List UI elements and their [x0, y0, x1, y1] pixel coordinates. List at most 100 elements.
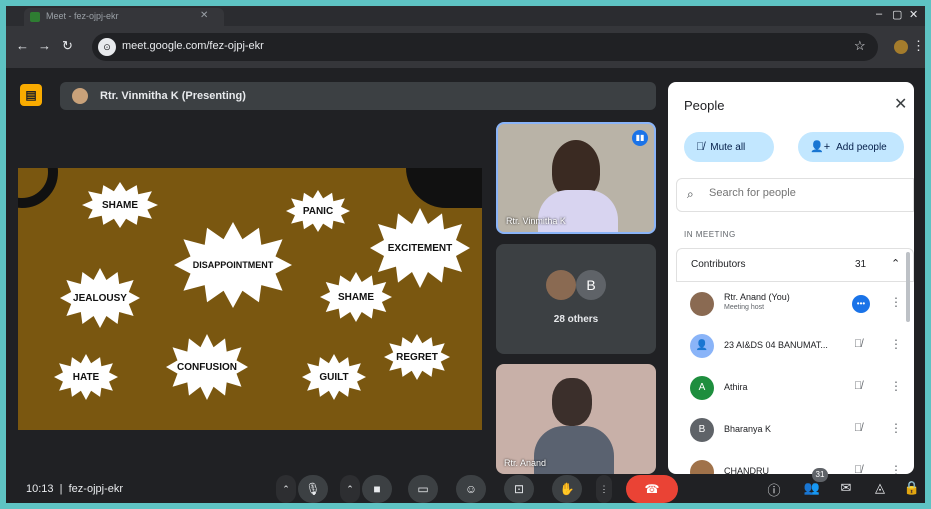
leave-call-button[interactable]: ☎ — [626, 475, 678, 503]
panel-scrollbar[interactable] — [906, 252, 910, 322]
word-burst: GUILT — [302, 354, 366, 400]
add-person-icon: 👤+ — [810, 141, 831, 153]
chevron-up-icon[interactable]: ⌃ — [891, 257, 900, 270]
maximize-icon[interactable]: ▢ — [892, 8, 902, 21]
extension-icon[interactable] — [894, 40, 908, 54]
audio-options-chevron-icon[interactable]: ⌃ — [276, 475, 296, 503]
back-icon[interactable]: ← — [16, 38, 29, 53]
mic-off-icon[interactable]: 🎙̸ — [854, 380, 862, 392]
emoji-icon[interactable]: ☺ — [456, 475, 486, 503]
word-label: PANIC — [302, 205, 334, 217]
search-input[interactable] — [709, 187, 899, 199]
tab-close-icon[interactable]: ✕ — [200, 10, 208, 21]
participant-role: Meeting host — [724, 304, 765, 311]
host-controls-icon[interactable]: 🔒 — [902, 480, 922, 496]
participant-name: CHANDRU — [724, 466, 769, 474]
participant-avatar: B — [576, 270, 606, 300]
more-options-icon[interactable]: ⋮ — [890, 337, 902, 351]
search-icon: ⌕ — [687, 187, 694, 201]
word-label: JEALOUSY — [73, 292, 127, 304]
meeting-code: fez-ojpj-ekr — [68, 483, 124, 495]
more-options-icon[interactable]: ⋮ — [890, 463, 902, 474]
forward-icon[interactable]: → — [38, 38, 51, 53]
slide-top-right-decoration — [406, 168, 482, 208]
word-burst: REGRET — [384, 334, 450, 380]
contributors-count: 31 — [855, 259, 867, 270]
participant-name: 23 AI&DS 04 BANUMAT... — [724, 340, 828, 350]
activities-icon[interactable]: ◬ — [870, 480, 890, 496]
browser-menu-icon[interactable]: ⋮ — [912, 38, 925, 54]
contributors-header[interactable]: Contributors 31 ⌃ — [676, 248, 914, 282]
others-count-label: 28 others — [553, 314, 599, 325]
word-burst: SHAME — [82, 182, 158, 228]
participant-name: Rtr. Anand (You) — [724, 292, 790, 302]
microphone-icon[interactable]: 🎙 — [298, 475, 328, 503]
anand-video-tile[interactable]: Rtr. Anand — [496, 364, 656, 474]
meet-area: ▤ Rtr. Vinmitha K (Presenting) SHAME PAN… — [6, 68, 925, 503]
word-burst: SHAME — [320, 272, 392, 322]
in-meeting-label: IN MEETING — [684, 230, 736, 239]
tile-name: Rtr. Vinmitha K — [506, 216, 566, 226]
word-label: HATE — [72, 371, 100, 383]
presenter-video-tile[interactable]: ▮▮ Rtr. Vinmitha K — [496, 122, 656, 234]
participant-row[interactable]: CHANDRU 🎙̸ ⋮ — [676, 452, 914, 474]
browser-toolbar: ← → ↻ ⊙ meet.google.com/fez-ojpj-ekr ☆ ⋮ — [6, 26, 925, 68]
word-label: SHAME — [337, 291, 375, 303]
add-people-label: Add people — [836, 142, 887, 153]
address-bar[interactable]: ⊙ meet.google.com/fez-ojpj-ekr ☆ — [92, 33, 878, 61]
tab-meet[interactable]: Meet - fez-ojpj-ekr ✕ — [24, 8, 224, 26]
tile-name: Rtr. Anand — [504, 458, 547, 468]
participant-name: Bharanya K — [724, 424, 772, 434]
raise-hand-icon[interactable]: ✋ — [552, 475, 582, 503]
participant-avatar — [690, 460, 714, 474]
captions-icon[interactable]: ▭ — [408, 475, 438, 503]
minimize-icon[interactable]: – — [876, 8, 882, 20]
host-options-icon[interactable]: ••• — [852, 295, 870, 313]
close-icon[interactable]: ✕ — [894, 94, 907, 114]
reload-icon[interactable]: ↻ — [62, 38, 73, 54]
presenting-label: Rtr. Vinmitha K (Presenting) — [100, 90, 246, 102]
participant-avatar: A — [690, 376, 714, 400]
meeting-details-icon[interactable]: ⓘ — [764, 480, 784, 499]
presenting-banner: Rtr. Vinmitha K (Presenting) — [60, 82, 656, 110]
more-options-icon[interactable]: ⋮ — [890, 379, 902, 393]
shared-slide: SHAME PANIC EXCITEMENT DISAPPOINTMENT JE… — [18, 168, 482, 430]
present-screen-icon[interactable]: ⊡ — [504, 475, 534, 503]
more-options-icon[interactable]: ⋮ — [890, 421, 902, 435]
url-text: meet.google.com/fez-ojpj-ekr — [122, 40, 264, 52]
word-burst: DISAPPOINTMENT — [174, 222, 292, 308]
mute-all-label: Mute all — [710, 142, 746, 153]
video-options-chevron-icon[interactable]: ⌃ — [340, 475, 360, 503]
clock-time: 10:13 — [26, 483, 54, 495]
people-icon[interactable]: 👥 — [802, 480, 822, 496]
site-info-icon[interactable]: ⊙ — [98, 38, 116, 56]
others-tile[interactable]: B 28 others — [496, 244, 656, 354]
participant-row[interactable]: B Bharanya K 🎙̸ ⋮ — [676, 410, 914, 452]
meeting-info: 10:13 | fez-ojpj-ekr — [26, 483, 124, 495]
meet-tab-icon — [30, 12, 40, 22]
meeting-controls-bar: 10:13 | fez-ojpj-ekr ⌃ 🎙 ⌃ ■ ▭ ☺ ⊡ ✋ ⋮ ☎… — [6, 468, 925, 503]
add-people-button[interactable]: 👤+ Add people — [798, 132, 904, 162]
more-options-icon[interactable]: ⋮ — [596, 475, 612, 503]
word-label: CONFUSION — [177, 361, 237, 373]
search-box[interactable]: ⌕ — [676, 178, 914, 212]
window-close-icon[interactable]: ✕ — [909, 8, 918, 21]
mic-off-icon[interactable]: 🎙̸ — [854, 422, 862, 434]
camera-icon[interactable]: ■ — [362, 475, 392, 503]
mute-all-button[interactable]: 🎙̸ Mute all — [684, 132, 774, 162]
participant-row[interactable]: A Athira 🎙̸ ⋮ — [676, 368, 914, 410]
mic-off-icon[interactable]: 🎙̸ — [854, 464, 862, 474]
bookmark-star-icon[interactable]: ☆ — [854, 38, 866, 54]
word-label: DISAPPOINTMENT — [192, 260, 274, 270]
mic-off-icon[interactable]: 🎙̸ — [854, 338, 862, 350]
word-burst: JEALOUSY — [60, 268, 140, 328]
participant-row[interactable]: Rtr. Anand (You) Meeting host ••• ⋮ — [676, 284, 914, 326]
more-options-icon[interactable]: ⋮ — [890, 295, 902, 309]
people-count-badge: 31 — [812, 468, 828, 482]
people-panel: People ✕ 🎙̸ Mute all 👤+ Add people ⌕ IN ME… — [668, 82, 914, 474]
chat-icon[interactable]: ✉ — [836, 480, 856, 496]
participant-row[interactable]: 👤 23 AI&DS 04 BANUMAT... 🎙̸ ⋮ — [676, 326, 914, 368]
word-label: SHAME — [101, 199, 139, 211]
participant-avatar — [546, 270, 576, 300]
participant-avatar: B — [690, 418, 714, 442]
